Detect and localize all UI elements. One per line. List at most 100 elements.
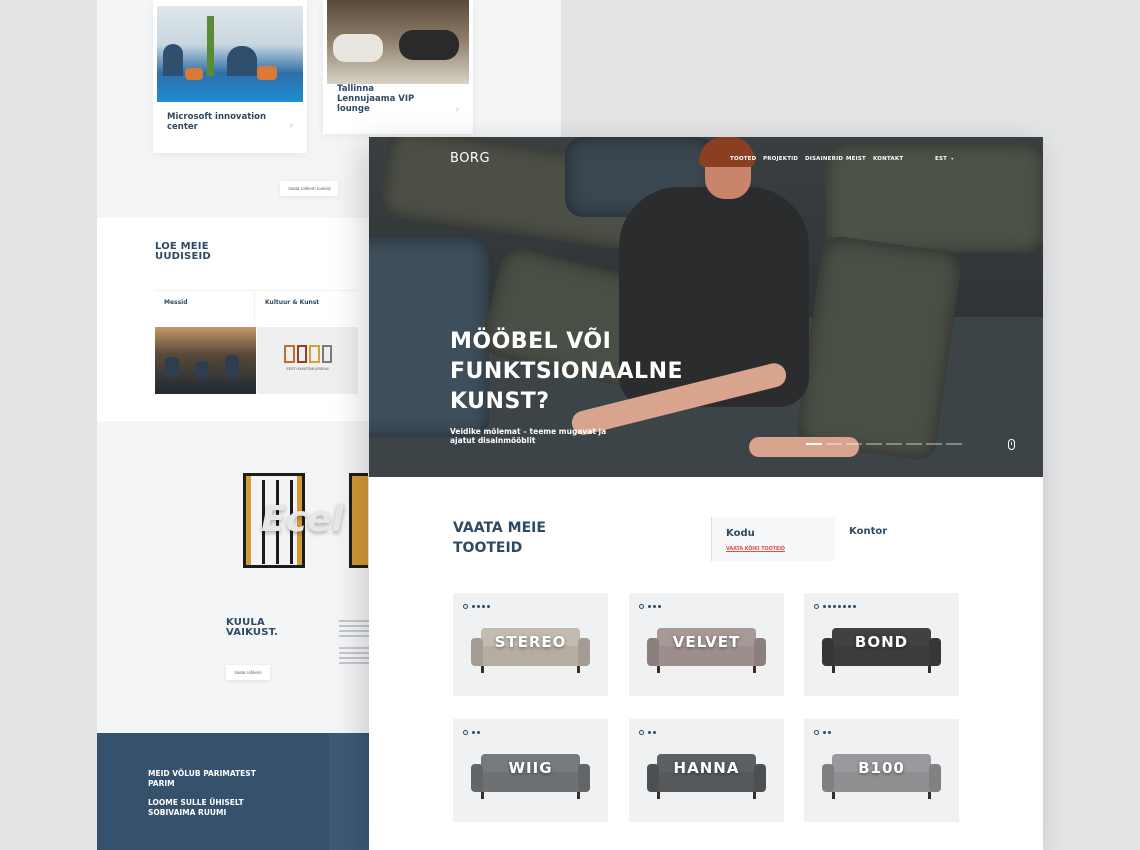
project-image — [157, 6, 303, 102]
nav-disainerid[interactable]: DISAINERID — [805, 156, 843, 162]
slider-dot[interactable] — [846, 443, 862, 445]
more-products-button[interactable]: Vaata rohkem tooteid — [280, 181, 339, 196]
slider-dots[interactable] — [806, 443, 962, 445]
product-tile[interactable]: VELVET — [629, 593, 784, 696]
products-title: VAATA MEIE TOOTEID — [453, 520, 546, 556]
product-tile[interactable]: B100 — [804, 719, 959, 822]
kuula-button[interactable]: Vaata rohkem — [226, 665, 270, 680]
sofa-leg — [577, 792, 580, 799]
variant-dot[interactable] — [828, 605, 831, 608]
news-tab-kultuur[interactable]: Kultuur & Kunst — [257, 290, 357, 326]
hero-subtitle: Veidike mõlemat – teeme mugavat ja ajatu… — [450, 427, 607, 445]
sofa-leg — [928, 792, 931, 799]
brand-image-text: Ecel — [261, 499, 344, 540]
hero-title: MÖÖBEL VÕI FUNKTSIONAALNE KUNST? — [450, 329, 684, 414]
variant-dot[interactable] — [648, 731, 651, 734]
variant-dot[interactable] — [653, 731, 656, 734]
news-tab-messid[interactable]: Messid — [155, 290, 255, 326]
variant-dot[interactable] — [823, 605, 826, 608]
scroll-mouse-icon[interactable] — [1008, 439, 1015, 450]
product-name: VELVET — [672, 633, 741, 651]
variant-dot[interactable] — [853, 605, 856, 608]
variant-dot[interactable] — [848, 605, 851, 608]
variant-dot[interactable] — [823, 731, 826, 734]
slider-dot[interactable] — [806, 443, 822, 445]
chevron-down-icon: ▾ — [951, 156, 954, 161]
variant-dot[interactable] — [838, 605, 841, 608]
product-tile[interactable]: HANNA — [629, 719, 784, 822]
variant-dot[interactable] — [477, 731, 480, 734]
variant-dot[interactable] — [814, 730, 819, 735]
color-variant-dots[interactable] — [814, 604, 856, 609]
project-image — [327, 0, 469, 84]
nav-meist[interactable]: MEIST — [846, 156, 866, 162]
sofa-leg — [832, 666, 835, 673]
variant-dot[interactable] — [472, 605, 475, 608]
main-page-preview: BORG TOOTED PROJEKTID DISAINERID MEIST K… — [369, 137, 1043, 850]
sofa-leg — [657, 792, 660, 799]
color-variant-dots[interactable] — [639, 730, 656, 735]
hero-banner: BORG TOOTED PROJEKTID DISAINERID MEIST K… — [369, 137, 1043, 477]
variant-dot[interactable] — [648, 605, 651, 608]
variant-dot[interactable] — [653, 605, 656, 608]
product-tile[interactable]: BOND — [804, 593, 959, 696]
variant-dot[interactable] — [639, 604, 644, 609]
chevron-right-icon[interactable]: › — [456, 104, 459, 115]
chevron-right-icon[interactable]: › — [290, 120, 293, 131]
variant-dot[interactable] — [814, 604, 819, 609]
kuula-heading: KUULA VAIKUST. — [226, 617, 279, 638]
news-image[interactable]: EESTI KUNSTIMUUSEUM — [257, 327, 358, 394]
museum-logo-text: EESTI KUNSTIMUUSEUM — [286, 367, 329, 371]
slider-dot[interactable] — [866, 443, 882, 445]
slider-dot[interactable] — [926, 443, 942, 445]
color-variant-dots[interactable] — [463, 730, 480, 735]
sofa-leg — [657, 666, 660, 673]
all-products-link[interactable]: VAATA KÕIKI TOOTEID — [726, 547, 785, 552]
variant-dot[interactable] — [487, 605, 490, 608]
slider-dot[interactable] — [906, 443, 922, 445]
variant-dot[interactable] — [639, 730, 644, 735]
variant-dot[interactable] — [477, 605, 480, 608]
variant-dot[interactable] — [482, 605, 485, 608]
variant-dot[interactable] — [463, 730, 468, 735]
color-variant-dots[interactable] — [639, 604, 661, 609]
variant-dot[interactable] — [843, 605, 846, 608]
nav-projektid[interactable]: PROJEKTID — [763, 156, 798, 162]
variant-dot[interactable] — [833, 605, 836, 608]
nav-kontakt[interactable]: KONTAKT — [873, 156, 903, 162]
color-variant-dots[interactable] — [463, 604, 490, 609]
model-leg — [749, 437, 859, 457]
tab-kontor[interactable]: Kontor — [849, 526, 887, 537]
variant-dot[interactable] — [828, 731, 831, 734]
news-tab-label: Messid — [164, 299, 188, 306]
language-selector[interactable]: EST ▾ — [935, 156, 953, 162]
product-name: B100 — [858, 759, 905, 777]
product-name: HANNA — [673, 759, 740, 777]
product-name: BOND — [854, 633, 909, 651]
color-variant-dots[interactable] — [814, 730, 831, 735]
variant-dot[interactable] — [472, 731, 475, 734]
product-tile[interactable]: WIIG — [453, 719, 608, 822]
borg-logo[interactable]: BORG — [450, 151, 490, 166]
slider-dot[interactable] — [826, 443, 842, 445]
sofa-leg — [481, 666, 484, 673]
project-caption: Microsoft innovation center — [167, 112, 267, 132]
news-image[interactable] — [155, 327, 256, 394]
sofa-leg — [928, 666, 931, 673]
language-label: EST — [935, 156, 948, 162]
sofa-leg — [753, 666, 756, 673]
tab-kodu-label: Kodu — [726, 528, 755, 539]
variant-dot[interactable] — [658, 605, 661, 608]
nav-tooted[interactable]: TOOTED — [730, 156, 756, 162]
slider-dot[interactable] — [946, 443, 962, 445]
product-name: STEREO — [494, 633, 567, 651]
tab-kodu[interactable]: Kodu VAATA KÕIKI TOOTEID — [711, 517, 835, 561]
sofa-leg — [832, 792, 835, 799]
project-card[interactable]: Tallinna Lennujaama VIP lounge › — [323, 0, 473, 134]
project-card[interactable]: Microsoft innovation center › — [153, 0, 307, 153]
variant-dot[interactable] — [463, 604, 468, 609]
product-tile[interactable]: STEREO — [453, 593, 608, 696]
cushion — [795, 234, 963, 462]
project-caption: Tallinna Lennujaama VIP lounge — [337, 84, 415, 114]
slider-dot[interactable] — [886, 443, 902, 445]
